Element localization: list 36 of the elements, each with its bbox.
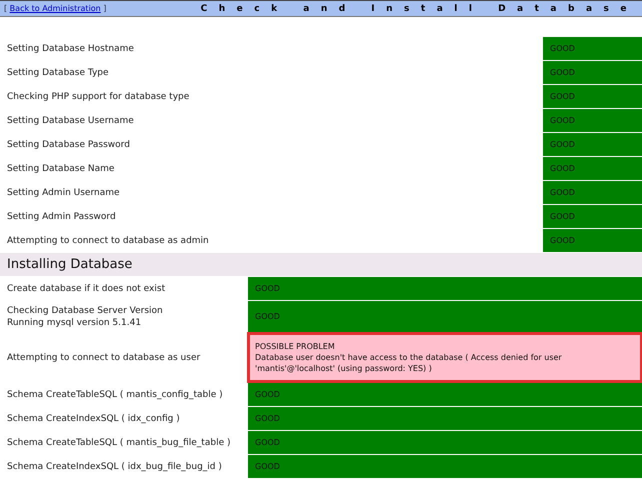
status-cell: GOOD [248,277,642,300]
status-cell: GOOD [248,407,642,430]
section-title: Installing Database [0,253,642,276]
check-label: Schema CreateTableSQL ( mantis_bug_file_table ) [6,436,232,450]
check-label: Schema CreateIndexSQL ( idx_bug_file_bug_id ) [6,460,223,474]
back-link[interactable]: Back to Administration [10,4,101,13]
check-label: Setting Database Type [6,66,110,80]
check-label: Setting Admin Password [6,210,117,224]
status-cell: GOOD [543,61,642,84]
status-cell: GOOD [543,37,642,60]
check-label: Create database if it does not exist [6,282,166,296]
status-cell: GOOD [543,157,642,180]
page-title: Check and Install Database [200,4,638,14]
check-label: Schema CreateIndexSQL ( idx_config ) [6,412,181,426]
status-cell: GOOD [543,133,642,156]
status-cell: GOOD [248,383,642,406]
check-label: Setting Database Password [6,138,131,152]
status-cell: GOOD [248,455,642,478]
status-cell: POSSIBLE PROBLEM Database user doesn't have access to the database ( Access denied for user 'mantis'@'localhost' (using password: YES) ) [248,333,642,382]
check-label: Setting Database Hostname [6,42,135,56]
check-label: Attempting to connect to database as user [6,352,202,364]
check-label: Setting Database Username [6,114,135,128]
check-label: Attempting to connect to database as admin [6,234,210,248]
status-cell: GOOD [543,181,642,204]
status-cell: GOOD [543,109,642,132]
check-label: Checking Database Server Version Running mysql version 5.1.41 [6,304,164,330]
check-label: Checking PHP support for database type [6,90,190,104]
check-label: Schema CreateTableSQL ( mantis_config_table ) [6,388,224,402]
status-cell: GOOD [248,431,642,454]
check-label: Setting Admin Username [6,186,121,200]
status-cell: GOOD [543,229,642,252]
status-cell: GOOD [543,205,642,228]
back-link-text: [ Back to Administration ] [4,4,106,13]
status-cell: GOOD [543,85,642,108]
status-cell: GOOD [248,301,642,332]
check-label: Setting Database Name [6,162,116,176]
